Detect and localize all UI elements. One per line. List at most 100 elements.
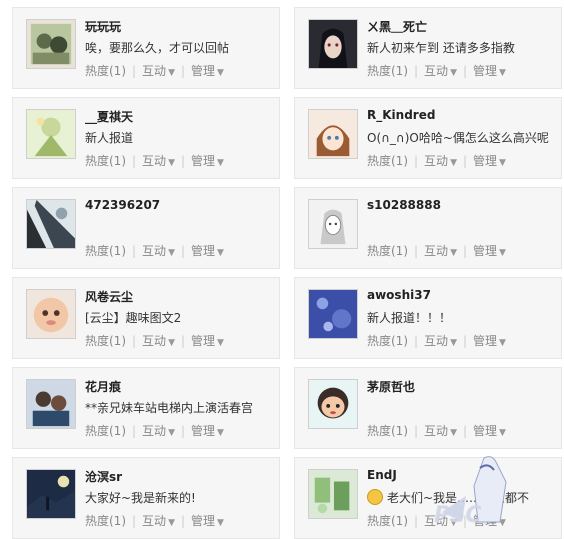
avatar[interactable] — [308, 19, 358, 69]
manage-label: 管理 — [191, 244, 216, 258]
manage-label: 管理 — [473, 334, 498, 348]
heat-link[interactable]: 热度(1) — [367, 62, 408, 79]
interact-menu[interactable]: 互动 ▼ — [142, 62, 175, 79]
interact-menu[interactable]: 互动 ▼ — [424, 422, 457, 439]
avatar[interactable] — [26, 199, 76, 249]
manage-menu[interactable]: 管理▼ — [473, 332, 506, 349]
interact-menu[interactable]: 互动 ▼ — [424, 332, 457, 349]
interact-label: 互动 — [142, 424, 167, 438]
action-bar: 热度(1)|互动▼|管理▼ — [367, 332, 506, 349]
username[interactable]: s10288888 — [367, 198, 441, 212]
smiley-icon — [367, 489, 383, 505]
heat-link[interactable]: 热度(1) — [85, 62, 126, 79]
caret-down-icon: ▼ — [168, 248, 175, 258]
status-text: 大家好~我是新来的! — [85, 491, 196, 505]
manage-menu[interactable]: 管理▼ — [473, 152, 506, 169]
username[interactable]: 茅原哲也 — [367, 378, 415, 395]
action-bar: 热度(1)|互动▼|管理▼ — [85, 512, 224, 529]
status-text: [云尘】趣味图文2 — [85, 311, 182, 325]
caret-down-icon: ▼ — [450, 68, 457, 78]
username[interactable]: R_Kindred — [367, 108, 435, 122]
manage-label: 管理 — [473, 64, 498, 78]
heat-link[interactable]: 热度(1) — [367, 152, 408, 169]
action-bar: 热度(1)|互动▼|管理▼ — [85, 332, 224, 349]
status-text: 新人报道！！！ — [367, 311, 452, 325]
manage-menu[interactable]: 管理▼ — [191, 152, 224, 169]
interact-label: 互动 — [142, 514, 167, 528]
heat-link[interactable]: 热度(1) — [85, 152, 126, 169]
heat-link[interactable]: 热度(1) — [85, 512, 126, 529]
caret-down-icon: ▼ — [168, 428, 175, 438]
caret-down-icon: ▼ — [499, 428, 506, 438]
caret-down-icon: ▼ — [168, 338, 175, 348]
avatar[interactable] — [308, 289, 358, 339]
interact-label: 互动 — [424, 244, 449, 258]
caret-down-icon: ▼ — [499, 68, 506, 78]
heat-link[interactable]: 热度(1) — [367, 512, 408, 529]
username[interactable]: 472396207 — [85, 198, 160, 212]
interact-label: 互动 — [142, 64, 167, 78]
manage-menu[interactable]: 管理▼ — [473, 62, 506, 79]
username[interactable]: awoshi37 — [367, 288, 431, 302]
interact-label: 互动 — [424, 154, 449, 168]
action-bar: 热度(1)|互动▼|管理▼ — [85, 242, 224, 259]
caret-down-icon: ▼ — [499, 338, 506, 348]
action-bar: 热度(1)|互动▼|管理▼ — [367, 152, 506, 169]
interact-label: 互动 — [424, 424, 449, 438]
user-card: R_Kindred O(∩_∩)O哈哈~偶怎么这么高兴呢 热度(1) | 互动 ▼ | 管… — [294, 97, 562, 179]
interact-menu[interactable]: 互动 ▼ — [142, 512, 175, 529]
manage-label: 管理 — [473, 424, 498, 438]
avatar[interactable] — [26, 289, 76, 339]
username[interactable]: 玩玩玩 — [85, 18, 121, 35]
avatar[interactable] — [26, 379, 76, 429]
manage-menu[interactable]: 管理▼ — [191, 512, 224, 529]
username[interactable]: 风卷云尘 — [85, 288, 133, 305]
caret-down-icon: ▼ — [168, 68, 175, 78]
user-card: ㄨ黑＿死亡 新人初来乍到 还请多多指教 热度(1) | 互动 ▼ | 管理 ▼ — [294, 7, 562, 89]
manage-menu[interactable]: 管理▼ — [473, 242, 506, 259]
status-text: 新人报道 — [85, 131, 134, 145]
manage-menu[interactable]: 管理▼ — [191, 62, 224, 79]
heat-link[interactable]: 热度(1) — [85, 332, 126, 349]
user-card: s10288888 热度(1) | 互动 ▼ | 管理 ▼ — [294, 187, 562, 269]
manage-menu[interactable]: 管理▼ — [191, 242, 224, 259]
heat-link[interactable]: 热度(1) — [367, 332, 408, 349]
username[interactable]: EndJ — [367, 468, 397, 482]
username[interactable]: 花月痕 — [85, 378, 121, 395]
manage-label: 管理 — [191, 154, 216, 168]
interact-menu[interactable]: 互动 ▼ — [142, 242, 175, 259]
interact-menu[interactable]: 互动 ▼ — [424, 152, 457, 169]
interact-menu[interactable]: 互动 ▼ — [142, 332, 175, 349]
manage-menu[interactable]: 管理▼ — [191, 422, 224, 439]
action-bar: 热度(1)|互动▼|管理▼ — [367, 422, 506, 439]
user-card: 472396207 热度(1) | 互动 ▼ | 管理 ▼ — [12, 187, 280, 269]
interact-menu[interactable]: 互动 ▼ — [142, 152, 175, 169]
manage-label: 管理 — [191, 334, 216, 348]
interact-label: 互动 — [142, 244, 167, 258]
avatar[interactable] — [308, 199, 358, 249]
manage-menu[interactable]: 管理▼ — [473, 422, 506, 439]
avatar[interactable] — [26, 19, 76, 69]
manage-menu[interactable]: 管理▼ — [191, 332, 224, 349]
heat-link[interactable]: 热度(1) — [367, 422, 408, 439]
user-card: __夏祺天 新人报道 热度(1) | 互动 ▼ | 管理 ▼ — [12, 97, 280, 179]
site-watermark-logo: P5C — [414, 452, 564, 528]
interact-menu[interactable]: 互动 ▼ — [424, 242, 457, 259]
interact-menu[interactable]: 互动 ▼ — [424, 62, 457, 79]
heat-link[interactable]: 热度(1) — [367, 242, 408, 259]
avatar[interactable] — [26, 469, 76, 519]
username[interactable]: 沧溟sr — [85, 468, 122, 485]
username[interactable]: __夏祺天 — [85, 108, 133, 125]
heat-link[interactable]: 热度(1) — [85, 242, 126, 259]
user-card: 花月痕 **亲兄妹车站电梯内上演活春宫 热度(1) | 互动 ▼ | 管理 ▼ — [12, 367, 280, 449]
interact-menu[interactable]: 互动 ▼ — [142, 422, 175, 439]
avatar[interactable] — [308, 469, 358, 519]
action-bar: 热度(1)|互动▼|管理▼ — [85, 62, 224, 79]
avatar[interactable] — [26, 109, 76, 159]
heat-link[interactable]: 热度(1) — [85, 422, 126, 439]
avatar[interactable] — [308, 379, 358, 429]
caret-down-icon: ▼ — [168, 158, 175, 168]
avatar[interactable] — [308, 109, 358, 159]
username[interactable]: ㄨ黑＿死亡 — [367, 18, 427, 35]
user-card: 风卷云尘 [云尘】趣味图文2 热度(1) | 互动 ▼ | 管理 ▼ — [12, 277, 280, 359]
